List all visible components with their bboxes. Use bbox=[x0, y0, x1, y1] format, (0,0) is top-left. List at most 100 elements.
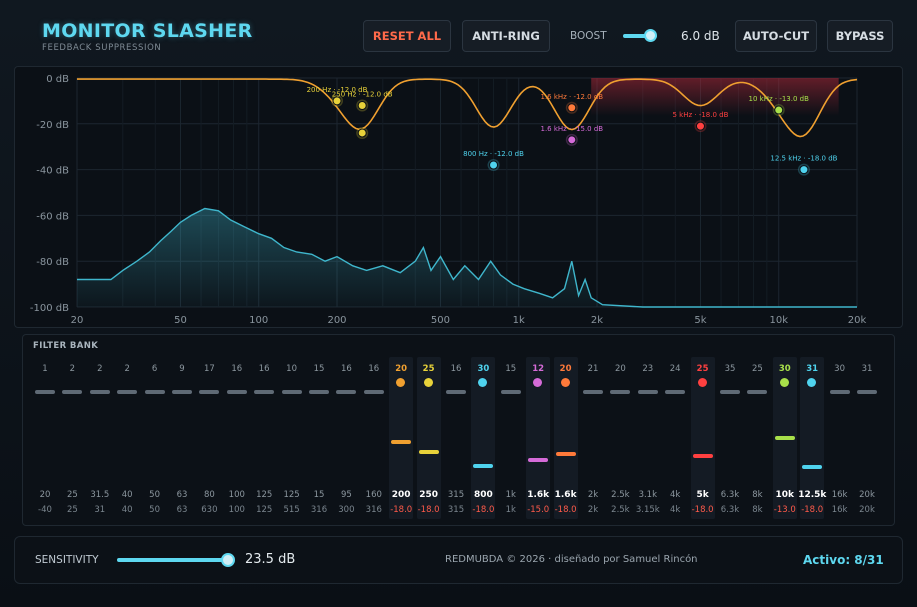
filter-band[interactable]: 20 200 -18.0 bbox=[389, 335, 414, 525]
band-gain: -13.0 bbox=[773, 505, 796, 515]
band-fader[interactable] bbox=[199, 390, 220, 394]
sensitivity-slider-track[interactable] bbox=[117, 558, 229, 562]
filter-band[interactable]: 2 31.5 31 bbox=[88, 335, 112, 525]
band-fader[interactable] bbox=[117, 390, 138, 394]
filter-band[interactable]: 17 80 630 bbox=[197, 335, 221, 525]
filter-band[interactable]: 25 8k 8k bbox=[745, 335, 769, 525]
band-fader[interactable] bbox=[336, 390, 357, 394]
filter-band[interactable]: 35 6.3k 6.3k bbox=[718, 335, 742, 525]
x-tick-label: 5k bbox=[694, 315, 706, 326]
band-fader[interactable] bbox=[35, 390, 55, 394]
filter-band[interactable]: 20 2.5k 2.5k bbox=[608, 335, 632, 525]
band-cut-fader[interactable] bbox=[391, 440, 412, 445]
band-gain: 40 bbox=[121, 505, 133, 515]
filter-band[interactable]: 12 1.6k -15.0 bbox=[526, 335, 551, 525]
band-fader[interactable] bbox=[829, 390, 850, 394]
band-fader[interactable] bbox=[665, 390, 686, 394]
auto-cut-button[interactable]: AUTO-CUT bbox=[735, 20, 817, 52]
notch-label: 1.6 kHz · -15.0 dB bbox=[540, 125, 603, 133]
band-gain: 63 bbox=[176, 505, 188, 515]
band-number: 16 bbox=[340, 364, 352, 374]
filter-band[interactable]: 9 63 63 bbox=[170, 335, 194, 525]
filter-band[interactable]: 30 800 -18.0 bbox=[471, 335, 496, 525]
band-fader[interactable] bbox=[610, 390, 631, 394]
filter-band[interactable]: 16 100 100 bbox=[225, 335, 249, 525]
reset-all-button[interactable]: RESET ALL bbox=[363, 20, 451, 52]
band-number: 30 bbox=[477, 364, 490, 374]
filter-band[interactable]: 16 315 315 bbox=[444, 335, 468, 525]
filter-band[interactable]: 30 16k 16k bbox=[828, 335, 852, 525]
band-fader[interactable] bbox=[747, 390, 768, 394]
band-fader[interactable] bbox=[637, 390, 658, 394]
band-fader[interactable] bbox=[446, 390, 466, 394]
band-gain: 300 bbox=[338, 505, 355, 515]
filter-band[interactable]: 15 15 316 bbox=[307, 335, 331, 525]
notch-marker bbox=[567, 103, 577, 113]
filter-band[interactable]: 6 50 50 bbox=[143, 335, 167, 525]
band-gain: 515 bbox=[283, 505, 300, 515]
band-fader[interactable] bbox=[254, 390, 275, 394]
notch-marker bbox=[489, 160, 499, 170]
filter-band[interactable]: 21 2k 2k bbox=[581, 335, 605, 525]
band-number: 6 bbox=[151, 364, 158, 374]
band-fader[interactable] bbox=[62, 390, 83, 394]
filter-band[interactable]: 10 125 515 bbox=[280, 335, 304, 525]
band-frequency: 20 bbox=[39, 490, 51, 500]
filter-band[interactable]: 16 95 300 bbox=[334, 335, 358, 525]
y-tick-label: 0 dB bbox=[46, 74, 69, 85]
band-frequency: 3.1k bbox=[638, 490, 658, 500]
filter-band[interactable]: 2 25 25 bbox=[60, 335, 84, 525]
band-gain: 2.5k bbox=[611, 505, 630, 515]
x-tick-label: 10k bbox=[769, 315, 788, 326]
band-frequency: 125 bbox=[283, 490, 300, 500]
band-fader[interactable] bbox=[500, 390, 521, 394]
bypass-button[interactable]: BYPASS bbox=[827, 20, 893, 52]
band-cut-fader[interactable] bbox=[555, 451, 576, 456]
band-fader[interactable] bbox=[720, 390, 740, 394]
filter-band[interactable]: 23 3.1k 3.15k bbox=[636, 335, 660, 525]
band-cut-fader[interactable] bbox=[774, 435, 795, 440]
filter-band[interactable]: 30 10k -13.0 bbox=[772, 335, 797, 525]
band-cut-fader[interactable] bbox=[528, 457, 549, 462]
spectrum-graph[interactable]: 200 Hz · -12.0 dB250 Hz · -12.0 dB800 Hz… bbox=[15, 67, 904, 329]
filter-band[interactable]: 16 160 316 bbox=[362, 335, 386, 525]
band-fader[interactable] bbox=[226, 390, 247, 394]
band-number: 16 bbox=[368, 364, 380, 374]
band-cut-fader[interactable] bbox=[692, 454, 713, 459]
band-frequency: 315 bbox=[447, 490, 465, 500]
band-frequency: 250 bbox=[419, 490, 438, 500]
x-tick-label: 50 bbox=[174, 315, 187, 326]
band-fader[interactable] bbox=[172, 390, 192, 394]
filter-band[interactable]: 31 20k 20k bbox=[855, 335, 879, 525]
filter-band[interactable]: 24 4k 4k bbox=[663, 335, 687, 525]
notch-label: 800 Hz · -12.0 dB bbox=[463, 150, 524, 158]
band-number: 20 bbox=[559, 364, 572, 374]
filter-band[interactable]: 20 1.6k -18.0 bbox=[553, 335, 578, 525]
filter-band[interactable]: 1 20 -40 bbox=[33, 335, 57, 525]
spectrum-analyzer[interactable]: 200 Hz · -12.0 dB 250 Hz · -12.0 dB 800 Hz… bbox=[14, 66, 903, 328]
band-cut-fader[interactable] bbox=[802, 464, 823, 469]
filter-band[interactable]: 16 125 125 bbox=[252, 335, 276, 525]
band-fader[interactable] bbox=[363, 390, 384, 394]
band-frequency: 200 bbox=[391, 490, 411, 500]
boost-slider-thumb[interactable] bbox=[644, 29, 657, 42]
band-fader[interactable] bbox=[281, 390, 302, 394]
filter-band[interactable]: 25 250 -18.0 bbox=[416, 335, 441, 525]
band-fader[interactable] bbox=[144, 390, 165, 394]
band-number: 2 bbox=[69, 364, 76, 374]
filter-band[interactable]: 31 12.5k -18.0 bbox=[798, 335, 826, 525]
band-frequency: 15 bbox=[313, 490, 325, 500]
band-cut-fader[interactable] bbox=[418, 449, 439, 454]
band-fader[interactable] bbox=[89, 390, 110, 394]
band-fader[interactable] bbox=[309, 390, 329, 394]
notch-marker bbox=[357, 100, 367, 110]
y-tick-label: -60 dB bbox=[36, 211, 69, 222]
band-cut-fader[interactable] bbox=[473, 463, 494, 468]
filter-band[interactable]: 15 1k 1k bbox=[499, 335, 523, 525]
anti-ring-button[interactable]: ANTI-RING bbox=[462, 20, 550, 52]
filter-band[interactable]: 25 5k -18.0 bbox=[690, 335, 715, 525]
band-fader[interactable] bbox=[857, 390, 877, 394]
band-fader[interactable] bbox=[583, 390, 603, 394]
sensitivity-slider-thumb[interactable] bbox=[221, 553, 235, 567]
filter-band[interactable]: 2 40 40 bbox=[115, 335, 139, 525]
